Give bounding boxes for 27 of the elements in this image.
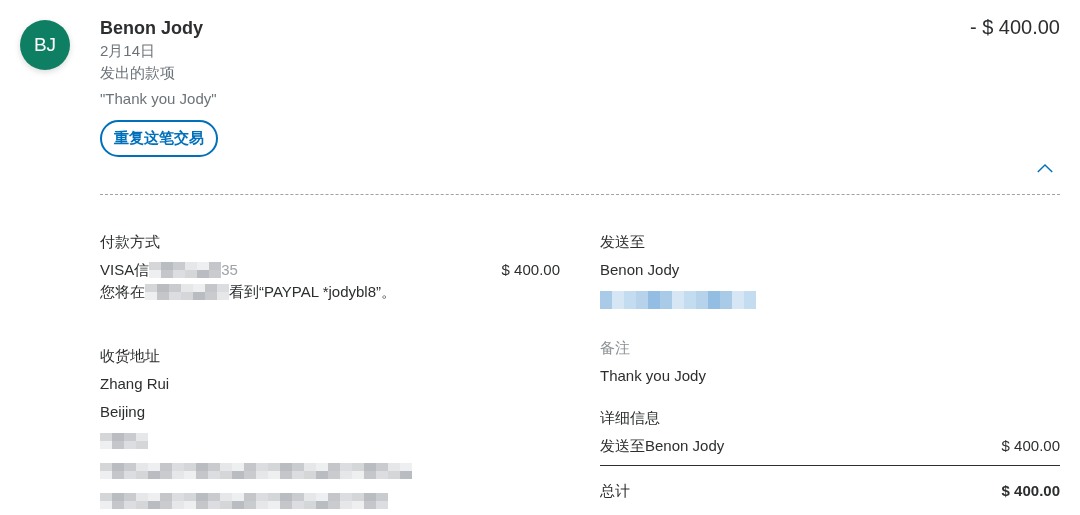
- payment-amount: $ 400.00: [501, 260, 560, 280]
- memo-text: Thank you Jody: [600, 366, 706, 386]
- section-title: 备注: [600, 338, 630, 358]
- pixelated-block: [100, 433, 148, 449]
- transaction-date: 2月14日: [100, 41, 157, 61]
- section-title: 发送至: [600, 232, 645, 252]
- section-title: 详细信息: [600, 408, 660, 428]
- payee-name: Benon Jody: [100, 17, 204, 40]
- statement-text: 看到“PAYPAL *jodybl8”。: [229, 282, 396, 302]
- section-title: 收货地址: [100, 346, 160, 366]
- total-label: 总计: [600, 481, 630, 501]
- address-line: Beijing: [100, 402, 146, 422]
- detail-label: 发送至Benon Jody: [600, 436, 725, 456]
- transaction-amount: - $ 400.00: [969, 15, 1060, 40]
- detail-amount: $ 400.00: [1001, 436, 1060, 456]
- transaction-type: 发出的款项: [100, 63, 176, 83]
- card-digits: 35: [221, 260, 238, 280]
- repeat-transaction-button[interactable]: 重复这笔交易: [100, 120, 218, 157]
- address-line: Zhang Rui: [100, 374, 170, 394]
- recipient-name: Benon Jody: [600, 260, 680, 280]
- transaction-note: "Thank you Jody": [100, 89, 218, 109]
- section-title: 付款方式: [100, 232, 160, 252]
- chevron-icon[interactable]: [1036, 163, 1054, 174]
- card-name: VISA信: [100, 260, 150, 280]
- total-amount: $ 400.00: [1001, 481, 1060, 501]
- avatar: BJ: [20, 20, 70, 70]
- statement-text: 您将在: [100, 282, 145, 302]
